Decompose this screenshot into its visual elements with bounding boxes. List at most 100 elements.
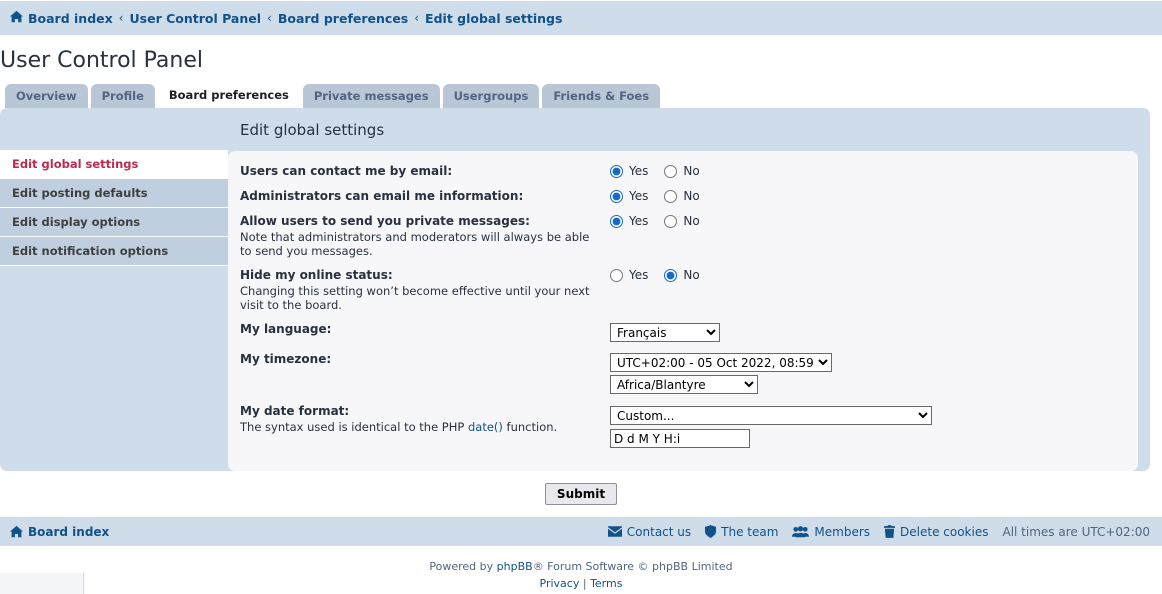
field-row-language: My language: Français xyxy=(240,321,1124,342)
radio-group-contact-email: Yes No xyxy=(610,164,1124,178)
phpbb-link[interactable]: phpBB xyxy=(497,560,533,573)
radio-input-allow-pm-no[interactable] xyxy=(664,214,678,228)
radio-group-hide-online: Yes No xyxy=(610,268,1124,282)
tab-private-messages[interactable]: Private messages xyxy=(302,84,440,108)
footer-link-delete-cookies[interactable]: Delete cookies xyxy=(884,525,988,539)
content-column: Edit global settings Users can contact m… xyxy=(228,108,1150,471)
radio-input-contact-email-no[interactable] xyxy=(664,164,678,178)
breadcrumb-item-edit-global-settings[interactable]: Edit global settings xyxy=(425,11,562,26)
browser-status-bar xyxy=(0,572,84,594)
desc-date-format-prefix: The syntax used is identical to the PHP xyxy=(240,420,468,434)
radio-group-allow-pm: Yes No xyxy=(610,214,1124,228)
radio-hide-online-yes[interactable]: Yes xyxy=(610,268,648,282)
page-title: User Control Panel xyxy=(0,48,204,73)
field-control-hide-online: Yes No xyxy=(610,267,1124,282)
timezone-offset-select[interactable]: UTC+02:00 - 05 Oct 2022, 08:59 xyxy=(610,353,832,372)
tab-profile[interactable]: Profile xyxy=(90,84,155,108)
desc-allow-pm: Note that administrators and moderators … xyxy=(240,230,590,258)
field-row-timezone: My timezone: UTC+02:00 - 05 Oct 2022, 08… xyxy=(240,351,1124,394)
field-label-allow-pm: Allow users to send you private messages… xyxy=(240,213,610,258)
tab-board-preferences[interactable]: Board preferences xyxy=(157,81,300,108)
radio-allow-pm-yes[interactable]: Yes xyxy=(610,214,648,228)
field-control-timezone: UTC+02:00 - 05 Oct 2022, 08:59 Africa/Bl… xyxy=(610,351,1124,394)
breadcrumb-item-board-index[interactable]: Board index xyxy=(28,11,113,26)
sidebar-item-edit-posting-defaults[interactable]: Edit posting defaults xyxy=(0,179,228,208)
radio-contact-email-yes[interactable]: Yes xyxy=(610,164,648,178)
radio-input-admin-email-no[interactable] xyxy=(664,189,678,203)
radio-label-yes: Yes xyxy=(629,164,649,178)
sidebar-item-edit-notification-options[interactable]: Edit notification options xyxy=(0,237,228,266)
desc-date-format: The syntax used is identical to the PHP … xyxy=(240,420,602,434)
people-icon xyxy=(792,525,810,538)
footer-timezone-text: All times are UTC+02:00 xyxy=(1002,524,1150,539)
field-control-admin-email: Yes No xyxy=(610,188,1124,203)
breadcrumb-item-user-control-panel[interactable]: User Control Panel xyxy=(130,11,262,26)
legal-divider: | xyxy=(582,577,587,590)
label-admin-email: Administrators can email me information: xyxy=(240,189,524,203)
custom-date-format-input[interactable] xyxy=(610,429,750,448)
field-label-date-format: My date format: The syntax used is ident… xyxy=(240,403,610,434)
copyright-prefix: Powered by xyxy=(429,560,497,573)
sidebar-link-edit-display-options[interactable]: Edit display options xyxy=(0,208,228,236)
footer-link-the-team[interactable]: The team xyxy=(705,525,778,539)
radio-hide-online-no[interactable]: No xyxy=(664,268,700,282)
footer-navbar: Board index Contact us The team Members … xyxy=(0,516,1162,546)
tab-friends-foes[interactable]: Friends & Foes xyxy=(542,84,661,108)
page-title-section: User Control Panel xyxy=(0,35,1162,81)
radio-label-yes: Yes xyxy=(629,268,649,282)
date-format-select[interactable]: Custom... xyxy=(610,406,932,425)
sidebar-link-edit-notification-options[interactable]: Edit notification options xyxy=(0,237,228,265)
breadcrumb-separator: ‹ xyxy=(414,11,420,25)
footer-link-label-contact-us: Contact us xyxy=(626,524,692,539)
sidebar-item-edit-display-options[interactable]: Edit display options xyxy=(0,208,228,237)
breadcrumb-item-board-preferences[interactable]: Board preferences xyxy=(278,11,408,26)
tab-overview[interactable]: Overview xyxy=(5,84,88,108)
radio-label-yes: Yes xyxy=(629,189,649,203)
control-panel: Edit global settings Edit posting defaul… xyxy=(0,108,1150,471)
sidebar: Edit global settings Edit posting defaul… xyxy=(0,108,228,471)
field-label-hide-online: Hide my online status: Changing this set… xyxy=(240,267,610,312)
php-date-function-link[interactable]: date() xyxy=(468,420,503,434)
terms-link[interactable]: Terms xyxy=(590,577,622,590)
sidebar-item-edit-global-settings[interactable]: Edit global settings xyxy=(0,150,228,179)
footer-link-label-the-team: The team xyxy=(721,524,779,539)
breadcrumb-separator: ‹ xyxy=(118,11,124,25)
field-control-allow-pm: Yes No xyxy=(610,213,1124,228)
radio-label-no: No xyxy=(683,189,700,203)
label-contact-email: Users can contact me by email: xyxy=(240,164,453,178)
submit-button[interactable]: Submit xyxy=(544,483,618,505)
field-row-contact-email: Users can contact me by email: Yes No xyxy=(240,163,1124,179)
sidebar-link-edit-global-settings[interactable]: Edit global settings xyxy=(0,150,228,178)
settings-fields: Users can contact me by email: Yes No Ad… xyxy=(240,163,1124,448)
field-row-hide-online: Hide my online status: Changing this set… xyxy=(240,267,1124,312)
radio-admin-email-no[interactable]: No xyxy=(664,189,700,203)
radio-admin-email-yes[interactable]: Yes xyxy=(610,189,648,203)
timezone-name-select[interactable]: Africa/Blantyre xyxy=(610,375,758,394)
copyright-line-powered: Powered by phpBB® Forum Software © phpBB… xyxy=(0,558,1162,575)
radio-input-hide-online-yes[interactable] xyxy=(610,268,623,282)
footer-link-members[interactable]: Members xyxy=(792,525,870,539)
sidebar-list: Edit global settings Edit posting defaul… xyxy=(0,150,228,266)
radio-label-yes: Yes xyxy=(629,214,649,228)
tab-usergroups[interactable]: Usergroups xyxy=(442,84,540,108)
field-label-timezone: My timezone: xyxy=(240,351,610,367)
desc-hide-online: Changing this setting won’t become effec… xyxy=(240,284,590,312)
language-select[interactable]: Français xyxy=(610,323,720,342)
breadcrumb-separator: ‹ xyxy=(267,11,272,25)
main-panel-wrapper: Edit global settings Edit posting defaul… xyxy=(0,108,1162,471)
label-allow-pm: Allow users to send you private messages… xyxy=(240,214,530,228)
radio-allow-pm-no[interactable]: No xyxy=(664,214,700,228)
footer-link-contact-us[interactable]: Contact us xyxy=(607,524,692,539)
privacy-link[interactable]: Privacy xyxy=(540,577,580,590)
radio-input-admin-email-yes[interactable] xyxy=(610,189,623,203)
radio-input-hide-online-no[interactable] xyxy=(664,268,678,282)
sidebar-link-edit-posting-defaults[interactable]: Edit posting defaults xyxy=(0,179,228,207)
field-row-allow-pm: Allow users to send you private messages… xyxy=(240,213,1124,258)
radio-input-contact-email-yes[interactable] xyxy=(610,164,623,178)
field-row-date-format: My date format: The syntax used is ident… xyxy=(240,403,1124,448)
radio-input-allow-pm-yes[interactable] xyxy=(610,214,623,228)
footer-board-index-link[interactable]: Board index xyxy=(28,525,109,539)
footer-link-label-delete-cookies: Delete cookies xyxy=(900,524,989,539)
footer-link-label-members: Members xyxy=(814,524,871,539)
radio-contact-email-no[interactable]: No xyxy=(664,164,700,178)
